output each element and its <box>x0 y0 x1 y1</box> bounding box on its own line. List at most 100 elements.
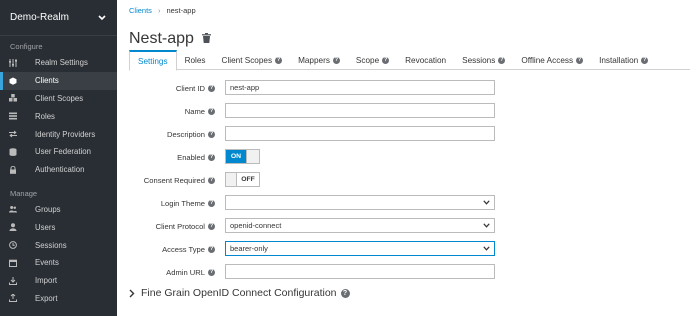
tab-mappers[interactable]: Mappers? <box>290 50 348 70</box>
sidebar-item-groups[interactable]: Groups <box>0 201 117 219</box>
toggle-knob <box>226 173 237 186</box>
label-text: Login Theme <box>160 198 205 208</box>
help-icon[interactable]: ? <box>208 245 215 253</box>
label-text: Name <box>184 106 205 116</box>
row-name: Name? <box>129 103 690 119</box>
label-text: Client Protocol <box>155 221 205 231</box>
label-text: Description <box>167 129 205 139</box>
sidebar-item-user-federation[interactable]: User Federation <box>0 143 117 161</box>
consent-required-toggle[interactable]: OFF <box>225 172 260 187</box>
tab-label: Scope <box>355 55 380 65</box>
label-text: Client ID <box>175 83 205 93</box>
label-text: Enabled <box>177 152 205 162</box>
breadcrumb-clients-link[interactable]: Clients <box>129 6 152 15</box>
tab-label: Mappers <box>298 55 330 65</box>
sidebar-item-clients[interactable]: Clients <box>0 71 117 90</box>
admin-url-field[interactable] <box>225 264 495 279</box>
tab-label: Offline Access <box>521 55 574 65</box>
help-icon[interactable]: ? <box>275 56 283 64</box>
export-icon <box>9 294 17 303</box>
sidebar-item-identity-providers[interactable]: Identity Providers <box>0 125 117 143</box>
help-icon[interactable]: ? <box>208 222 215 230</box>
tab-sessions[interactable]: Sessions? <box>454 50 513 70</box>
row-consent-required: Consent Required? OFF <box>129 172 690 188</box>
sidebar-item-users[interactable]: Users <box>0 218 117 236</box>
name-field[interactable] <box>225 103 495 118</box>
section-manage: Manage <box>10 188 38 198</box>
login-theme-select[interactable] <box>225 195 495 210</box>
fine-grain-section-toggle[interactable]: Fine Grain OpenID Connect Configuration … <box>129 287 350 299</box>
help-icon[interactable]: ? <box>382 56 390 64</box>
sliders-icon <box>9 58 17 67</box>
sidebar-item-client-scopes[interactable]: Client Scopes <box>0 90 117 108</box>
sidebar-item-events[interactable]: Events <box>0 254 117 272</box>
tab-roles[interactable]: Roles <box>177 50 214 70</box>
sidebar-item-authentication[interactable]: Authentication <box>0 161 117 179</box>
realm-selector[interactable]: Demo-Realm <box>0 0 117 36</box>
sidebar-item-label: Events <box>35 258 59 268</box>
sidebar-item-label: User Federation <box>35 147 91 157</box>
clock-icon <box>9 241 17 249</box>
tab-client-scopes[interactable]: Client Scopes? <box>214 50 291 70</box>
tab-label: Roles <box>184 55 206 65</box>
select-value: openid-connect <box>230 221 282 230</box>
tab-scope[interactable]: Scope? <box>348 50 397 70</box>
client-id-field[interactable]: nest-app <box>225 80 495 95</box>
tab-revocation[interactable]: Revocation <box>397 50 454 70</box>
help-icon[interactable]: ? <box>208 84 215 92</box>
toggle-knob <box>246 150 259 163</box>
help-icon[interactable]: ? <box>208 107 215 115</box>
sidebar-item-label: Groups <box>35 204 61 214</box>
tab-offline-access[interactable]: Offline Access? <box>513 50 591 70</box>
breadcrumb-current: nest-app <box>166 6 196 15</box>
import-icon <box>9 276 17 285</box>
row-enabled: Enabled? ON <box>129 149 690 165</box>
label-enabled: Enabled? <box>177 149 215 165</box>
row-client-protocol: Client Protocol? openid-connect <box>129 218 690 234</box>
fine-grain-label: Fine Grain OpenID Connect Configuration <box>141 287 337 299</box>
chevron-down-icon <box>97 13 107 23</box>
sidebar-item-import[interactable]: Import <box>0 272 117 290</box>
sidebar-item-label: Users <box>35 222 56 232</box>
sidebar-item-label: Import <box>35 276 58 286</box>
help-icon[interactable]: ? <box>208 130 215 138</box>
sidebar-item-label: Client Scopes <box>35 93 84 103</box>
label-text: Access Type <box>162 244 205 254</box>
sidebar-item-roles[interactable]: Roles <box>0 107 117 125</box>
chevron-down-icon <box>483 221 490 230</box>
label-login-theme: Login Theme? <box>161 195 215 211</box>
realm-name: Demo-Realm <box>10 12 69 23</box>
help-icon[interactable]: ? <box>332 56 340 64</box>
label-admin-url: Admin URL? <box>166 264 215 280</box>
toggle-state: OFF <box>237 173 259 186</box>
help-icon[interactable]: ? <box>576 56 584 64</box>
description-field[interactable] <box>225 126 495 141</box>
label-client-id: Client ID? <box>176 80 215 96</box>
sidebar-item-label: Sessions <box>35 240 67 250</box>
help-icon[interactable]: ? <box>208 268 215 276</box>
chevron-right-icon <box>129 288 137 298</box>
sidebar-item-realm-settings[interactable]: Realm Settings <box>0 54 117 72</box>
help-icon[interactable]: ? <box>498 56 506 64</box>
help-icon[interactable]: ? <box>641 56 649 64</box>
help-icon[interactable]: ? <box>208 199 215 207</box>
help-icon[interactable]: ? <box>340 288 350 298</box>
sidebar-item-sessions[interactable]: Sessions <box>0 236 117 254</box>
help-icon[interactable]: ? <box>208 176 215 184</box>
select-value: bearer-only <box>230 244 268 253</box>
tab-settings[interactable]: Settings <box>129 50 177 71</box>
calendar-icon <box>9 259 17 267</box>
title-row: Nest-app <box>129 30 211 48</box>
tab-installation[interactable]: Installation? <box>591 50 656 70</box>
enabled-toggle[interactable]: ON <box>225 149 260 164</box>
tab-label: Client Scopes <box>221 55 273 65</box>
access-type-select[interactable]: bearer-only <box>225 241 495 256</box>
trash-icon[interactable] <box>201 33 211 45</box>
sidebar-item-label: Export <box>35 293 58 303</box>
row-login-theme: Login Theme? <box>129 195 690 211</box>
client-protocol-select[interactable]: openid-connect <box>225 218 495 233</box>
sidebar-item-export[interactable]: Export <box>0 290 117 308</box>
row-description: Description? <box>129 126 690 142</box>
help-icon[interactable]: ? <box>208 153 215 161</box>
database-icon <box>9 148 17 156</box>
